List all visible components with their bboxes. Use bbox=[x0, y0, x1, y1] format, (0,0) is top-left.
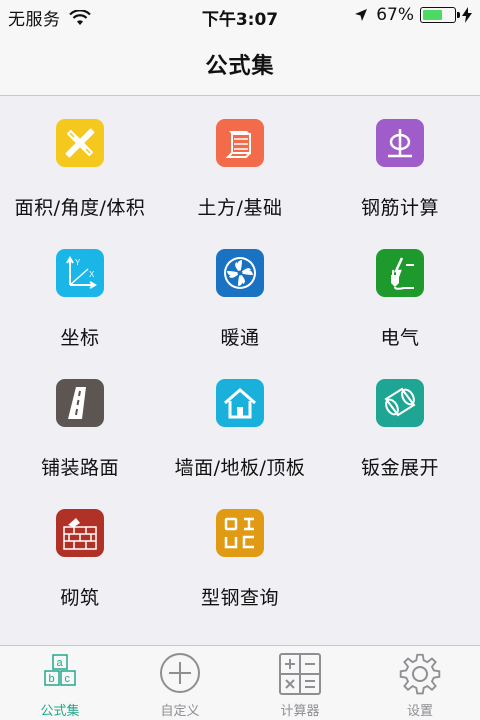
battery-level bbox=[423, 10, 442, 20]
tab-label: 公式集 bbox=[40, 704, 80, 719]
category-wall-floor-ceiling[interactable]: 墙面/地板/顶板 bbox=[160, 357, 320, 487]
category-electrical[interactable]: 电气 bbox=[320, 227, 480, 357]
tab-formulas[interactable]: a b c 公式集 bbox=[0, 646, 120, 720]
ruler-pencil-icon bbox=[56, 119, 104, 167]
foundation-icon bbox=[216, 119, 264, 167]
category-paving[interactable]: 铺装路面 bbox=[0, 357, 160, 487]
svg-text:Y: Y bbox=[75, 258, 81, 267]
category-label: 坐标 bbox=[60, 327, 100, 349]
page-title: 公式集 bbox=[205, 53, 275, 79]
category-masonry[interactable]: 砌筑 bbox=[0, 487, 160, 617]
abc-blocks-icon: a b c bbox=[44, 654, 76, 686]
sheet-metal-icon bbox=[376, 379, 424, 427]
category-earthwork-foundation[interactable]: 土方/基础 bbox=[160, 97, 320, 227]
plus-circle-icon bbox=[160, 653, 200, 693]
category-label: 型钢查询 bbox=[200, 587, 279, 609]
tab-label: 设置 bbox=[406, 704, 433, 719]
category-label: 面积/角度/体积 bbox=[14, 197, 146, 219]
category-steel-section[interactable]: 型钢查询 bbox=[160, 487, 320, 617]
category-sheet-metal[interactable]: 钣金展开 bbox=[320, 357, 480, 487]
tab-settings[interactable]: 设置 bbox=[360, 646, 480, 720]
svg-text:X: X bbox=[89, 270, 95, 279]
house-icon bbox=[216, 379, 264, 427]
category-label: 电气 bbox=[380, 327, 420, 349]
category-coordinates[interactable]: Y X 坐标 bbox=[0, 227, 160, 357]
status-bar: 无服务 下午3:07 67% bbox=[0, 0, 480, 32]
battery-icon bbox=[420, 7, 460, 23]
category-label: 墙面/地板/顶板 bbox=[174, 457, 306, 479]
rebar-icon bbox=[376, 119, 424, 167]
fan-icon bbox=[216, 249, 264, 297]
tab-custom[interactable]: 自定义 bbox=[120, 646, 240, 720]
category-label: 砌筑 bbox=[60, 587, 100, 609]
electric-plug-icon bbox=[376, 249, 424, 297]
tab-label: 计算器 bbox=[280, 704, 320, 719]
brick-wall-icon bbox=[56, 509, 104, 557]
category-label: 土方/基础 bbox=[197, 197, 283, 219]
location-arrow-icon bbox=[355, 9, 368, 21]
steel-section-icon bbox=[216, 509, 264, 557]
calculator-icon bbox=[279, 653, 321, 695]
battery-percent: 67% bbox=[376, 5, 414, 25]
tab-bar: a b c 公式集 自定义 计算器 设置 bbox=[0, 645, 480, 720]
category-rebar[interactable]: 钢筋计算 bbox=[320, 97, 480, 227]
svg-text:c: c bbox=[65, 673, 71, 685]
category-hvac[interactable]: 暖通 bbox=[160, 227, 320, 357]
svg-text:b: b bbox=[49, 673, 55, 685]
category-grid: 面积/角度/体积 土方/基础 钢筋计算 Y X 坐标 暖通 电气 铺装路面 墙面… bbox=[0, 97, 480, 645]
navigation-bar: 公式集 bbox=[0, 32, 480, 96]
tab-calculator[interactable]: 计算器 bbox=[240, 646, 360, 720]
charging-bolt-icon bbox=[462, 7, 472, 23]
road-icon bbox=[56, 379, 104, 427]
category-label: 暖通 bbox=[220, 327, 260, 349]
category-label: 铺装路面 bbox=[40, 457, 119, 479]
gear-icon bbox=[399, 653, 441, 695]
category-label: 钢筋计算 bbox=[360, 197, 439, 219]
tab-label: 自定义 bbox=[160, 704, 200, 719]
svg-text:a: a bbox=[57, 657, 64, 669]
category-label: 钣金展开 bbox=[360, 457, 439, 479]
category-area-angle-volume[interactable]: 面积/角度/体积 bbox=[0, 97, 160, 227]
xy-axis-icon: Y X bbox=[56, 249, 104, 297]
